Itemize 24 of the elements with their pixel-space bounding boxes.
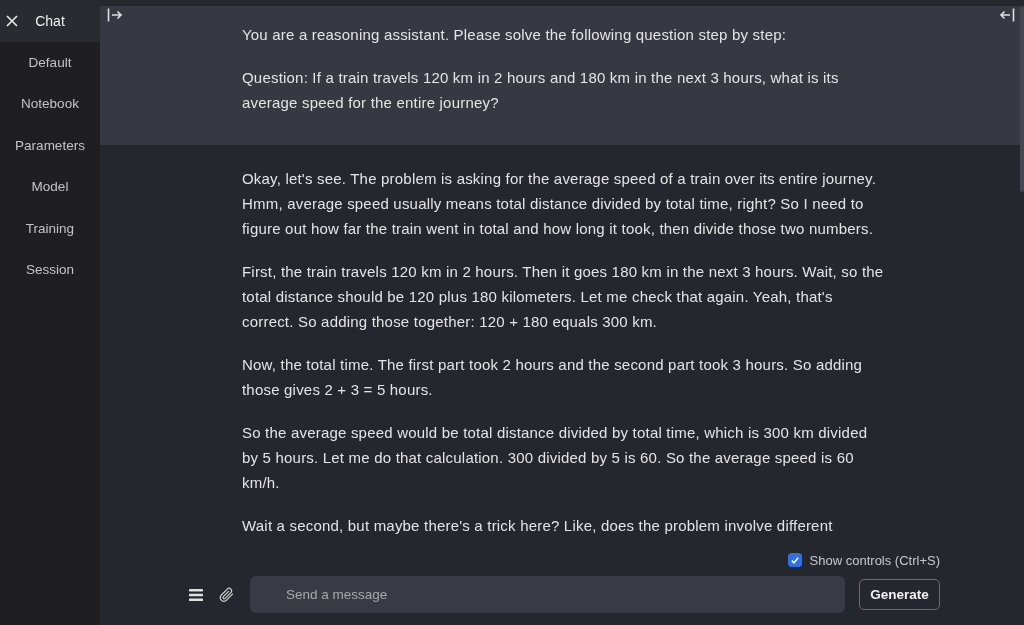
sidebar-tab[interactable]: Session bbox=[0, 249, 100, 291]
sidebar-tab[interactable]: Training bbox=[0, 207, 100, 249]
checkmark-icon bbox=[790, 556, 799, 564]
message-paragraph: First, the train travels 120 km in 2 hours. Then it goes 180 km in the next 3 hours. Wait, so the total distance should be 120 plus 180 kilometers. Let me check that again. Yeah, that's correct. So adding those together: 120 + 180 equals 300 km. bbox=[242, 262, 885, 332]
message-paragraph: You are a reasoning assistant. Please solve the following question step by step: bbox=[242, 25, 788, 45]
sidebar-tab[interactable]: Default bbox=[0, 41, 100, 83]
checkbox-label: Show controls (Ctrl+S) bbox=[809, 552, 940, 568]
message-paragraph: Now, the total time. The first part took 2 hours and the second part took 3 hours. So adding those gives 2 + 3 = 5 hours. bbox=[242, 355, 864, 400]
arrow-bar-icon[interactable] bbox=[999, 8, 1015, 22]
sidebar-tab[interactable]: Parameters bbox=[0, 124, 100, 166]
message-paragraph: Question: If a train travels 120 km in 2 hours and 180 km in the next 3 hours, what is its average speed for the entire journey? bbox=[242, 68, 840, 113]
generate-button[interactable]: Generate bbox=[859, 579, 940, 610]
bar-arrow-icon[interactable] bbox=[107, 8, 123, 22]
message-paragraph: Okay, let's see. The problem is asking for the average speed of a train over its entire journey. Hmm, average speed usually means total distance divided by total time, right? So I need to figure out how far the train went in total and how long it took, then divide those two numbers. bbox=[242, 169, 878, 239]
sidebar-tab[interactable]: Chat bbox=[0, 0, 100, 42]
sidebar-tab[interactable]: Notebook bbox=[0, 83, 100, 125]
message-input[interactable]: Send a message bbox=[250, 576, 846, 613]
message-paragraph: So the average speed would be total distance divided by total time, which is 300 km divided by 5 hours. Let me do that calculation. 300 divided by 5 is 60. So the average speed is 60 km/h. bbox=[242, 423, 869, 493]
close-icon[interactable] bbox=[5, 14, 19, 28]
menu-icon[interactable] bbox=[189, 588, 203, 601]
sidebar-tab[interactable]: Model bbox=[0, 166, 100, 208]
checkbox[interactable] bbox=[787, 553, 802, 567]
paperclip-icon[interactable] bbox=[219, 586, 235, 603]
message-paragraph: Wait a second, but maybe there's a trick here? Like, does the problem involve different bbox=[242, 516, 834, 536]
